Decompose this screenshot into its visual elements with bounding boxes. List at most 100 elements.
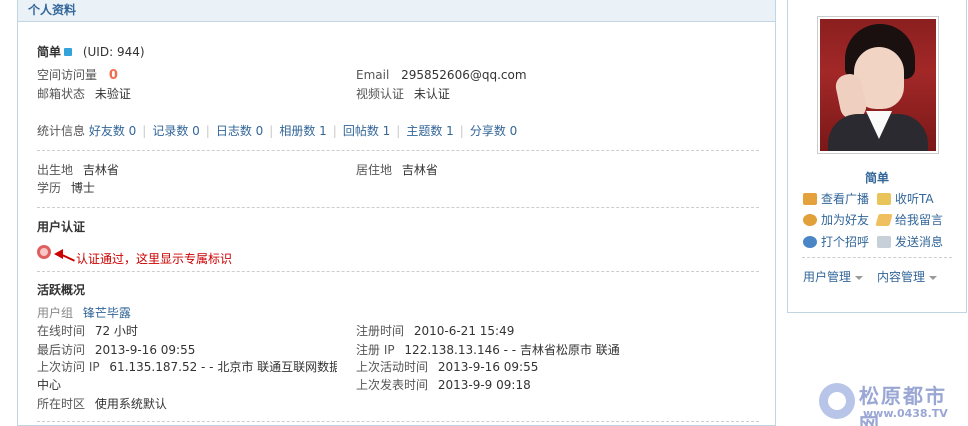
certification-title: 用户认证 <box>37 220 86 234</box>
listen-button[interactable]: 收听TA <box>877 191 934 207</box>
leave-message-button[interactable]: 给我留言 <box>875 212 943 228</box>
site-watermark: 松原都市网 www.0438.TV <box>819 380 965 426</box>
email-row: Email 295852606@qq.com <box>356 67 527 83</box>
listen-icon <box>877 192 891 205</box>
email-value: 295852606@qq.com <box>401 68 527 82</box>
section-divider <box>37 150 759 151</box>
avatar-photo <box>820 19 936 151</box>
timezone-label: 所在时区 <box>37 397 86 411</box>
register-time-label: 注册时间 <box>356 324 405 338</box>
user-management-menu[interactable]: 用户管理 <box>803 268 864 285</box>
certification-badge-icon[interactable] <box>37 245 51 259</box>
last-visit-label: 最后访问 <box>37 343 86 357</box>
profile-panel: 个人资料 简单 (UID: 944) 空间访问量 0 Email 2958526… <box>17 0 776 426</box>
online-status-icon <box>64 47 73 56</box>
birthplace-value: 吉林省 <box>82 163 119 177</box>
user-uid: (UID: 944) <box>82 45 145 59</box>
space-visits-label: 空间访问量 <box>37 68 98 82</box>
video-cert-row: 视频认证 未认证 <box>356 86 450 102</box>
residence-label: 居住地 <box>356 163 393 177</box>
stat-shares-link[interactable]: 分享数 0 <box>470 124 517 138</box>
send-message-icon <box>877 235 891 248</box>
stat-threads-link[interactable]: 主题数 1 <box>406 124 453 138</box>
register-ip-value: 122.138.13.146 - - 吉林省松原市 联通 <box>404 343 620 357</box>
online-time-label: 在线时间 <box>37 324 86 338</box>
stat-friends-link[interactable]: 好友数 0 <box>89 124 136 138</box>
certification-annotation: 认证通过，这里显示专属标识 <box>76 252 233 266</box>
panel-header: 个人资料 <box>18 0 775 22</box>
watermark-logo-icon <box>819 383 855 419</box>
stats-label: 统计信息 <box>37 124 86 138</box>
message-icon <box>875 213 893 226</box>
panel-title: 个人资料 <box>28 3 77 17</box>
residence-value: 吉林省 <box>401 163 438 177</box>
watermark-url: www.0438.TV <box>863 407 948 420</box>
education-label: 学历 <box>37 181 62 195</box>
add-friend-button[interactable]: 加为好友 <box>803 212 869 228</box>
divider: | <box>205 124 210 138</box>
stat-replies-link[interactable]: 回帖数 1 <box>343 124 390 138</box>
sidebar-user-name[interactable]: 简单 <box>788 169 966 186</box>
birthplace-label: 出生地 <box>37 163 74 177</box>
online-time-value: 72 小时 <box>94 324 138 338</box>
space-visits-row: 空间访问量 0 <box>37 67 118 84</box>
user-group-label: 用户组 <box>37 306 74 320</box>
stats-row: 统计信息 好友数 0 | 记录数 0 | 日志数 0 | 相册数 1 | 回帖数 1 | 主题数 1… <box>37 123 517 139</box>
last-visit-ip-label: 上次访问 IP <box>37 360 100 374</box>
timezone-row: 所在时区 使用系统默认 <box>37 396 167 412</box>
view-broadcast-button[interactable]: 查看广播 <box>803 191 869 207</box>
space-visits-value: 0 <box>108 68 118 83</box>
divider: | <box>396 124 401 138</box>
user-group-row: 用户组 锋芒毕露 <box>37 305 131 321</box>
user-sidebar: 简单 查看广播 收听TA 加为好友 给我留言 打个招呼 发送消息 用户管理 内容… <box>787 0 967 313</box>
leave-message-label[interactable]: 给我留言 <box>895 213 943 227</box>
user-management-label[interactable]: 用户管理 <box>803 270 851 284</box>
last-visit-ip-wrap: 中心 <box>37 378 62 392</box>
section-divider <box>37 421 759 422</box>
education-value: 博士 <box>70 181 95 195</box>
register-time-value: 2010-6-21 15:49 <box>413 324 515 338</box>
listen-label[interactable]: 收听TA <box>895 192 934 206</box>
sidebar-divider <box>802 257 952 258</box>
last-post-row: 上次发表时间 2013-9-9 09:18 <box>356 377 531 393</box>
broadcast-icon <box>803 192 817 205</box>
content-management-menu[interactable]: 内容管理 <box>877 268 938 285</box>
last-active-label: 上次活动时间 <box>356 360 429 374</box>
activity-title: 活跃概况 <box>37 283 86 297</box>
last-post-label: 上次发表时间 <box>356 378 429 392</box>
poke-label[interactable]: 打个招呼 <box>821 235 869 249</box>
last-visit-value: 2013-9-16 09:55 <box>94 343 196 357</box>
last-visit-ip-value: 61.135.187.52 - - 北京市 联通互联网数据 <box>109 360 337 374</box>
register-ip-label: 注册 IP <box>356 343 395 357</box>
last-active-row: 上次活动时间 2013-9-16 09:55 <box>356 359 538 375</box>
chevron-down-icon <box>855 275 864 280</box>
send-message-button[interactable]: 发送消息 <box>877 234 943 250</box>
stat-albums-link[interactable]: 相册数 1 <box>279 124 326 138</box>
last-visit-row: 最后访问 2013-9-16 09:55 <box>37 342 195 358</box>
add-friend-icon <box>803 213 817 226</box>
education-row: 学历 博士 <box>37 180 95 196</box>
poke-button[interactable]: 打个招呼 <box>803 234 869 250</box>
email-status-value: 未验证 <box>94 87 131 101</box>
register-time-row: 注册时间 2010-6-21 15:49 <box>356 323 514 339</box>
divider: | <box>459 124 464 138</box>
stat-blogs-link[interactable]: 日志数 0 <box>216 124 263 138</box>
last-visit-ip-row: 上次访问 IP 61.135.187.52 - - 北京市 联通互联网数据 <box>37 359 337 375</box>
divider: | <box>269 124 274 138</box>
register-ip-row: 注册 IP 122.138.13.146 - - 吉林省松原市 联通 <box>356 342 620 358</box>
poke-icon <box>803 235 817 248</box>
email-status-row: 邮箱状态 未验证 <box>37 86 131 102</box>
email-label: Email <box>356 68 390 82</box>
add-friend-label[interactable]: 加为好友 <box>821 213 869 227</box>
view-broadcast-label[interactable]: 查看广播 <box>821 192 869 206</box>
last-post-value: 2013-9-9 09:18 <box>437 378 531 392</box>
online-time-row: 在线时间 72 小时 <box>37 323 138 339</box>
chevron-down-icon <box>929 275 938 280</box>
send-message-label[interactable]: 发送消息 <box>895 235 943 249</box>
content-management-label[interactable]: 内容管理 <box>877 270 925 284</box>
stat-records-link[interactable]: 记录数 0 <box>152 124 199 138</box>
avatar[interactable] <box>817 16 939 154</box>
email-status-label: 邮箱状态 <box>37 87 86 101</box>
user-group-link[interactable]: 锋芒毕露 <box>83 306 131 320</box>
last-active-value: 2013-9-16 09:55 <box>437 360 539 374</box>
